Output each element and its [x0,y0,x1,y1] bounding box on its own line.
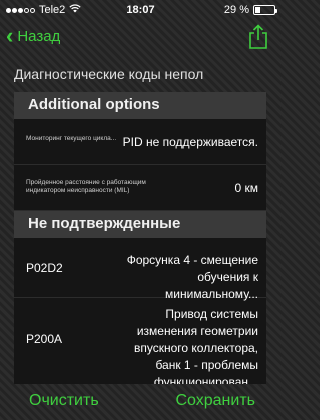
battery-percent: 29 % [223,4,249,16]
clear-button[interactable]: Очистить [29,392,99,410]
chevron-left-icon: ‹ [6,23,14,48]
code-description: Привод системы изменения геометрии впуск… [134,307,258,384]
back-button[interactable]: ‹ Назад [6,23,61,48]
status-bar: Tele2 18:07 29 % [0,0,281,20]
code-row[interactable]: P02D2 Форсунка 4 - смещение обучения к м… [14,238,266,301]
diagnostic-codes-card: Additional options Мониторинг текущего ц… [14,92,266,384]
bottom-toolbar: Очистить Сохранить [0,386,281,420]
share-icon [249,24,267,49]
battery-icon [253,5,277,15]
code-id: P200A [26,332,63,346]
back-label: Назад [17,27,61,45]
unconfirmed-header: Не подтвержденные [14,211,266,238]
monitoring-value: PID не поддерживается. [122,135,258,149]
mil-distance-label: Пройденное расстояние с работающим индик… [26,179,146,194]
monitoring-label: Мониторинг текущего цикла... [26,135,117,142]
monitoring-row: Мониторинг текущего цикла... PID не подд… [14,119,266,165]
code-description: Форсунка 4 - смещение обучения к минимал… [126,253,258,301]
mil-distance-value: 0 км [234,181,258,195]
navigation-bar: ‹ Назад [0,20,281,56]
code-row[interactable]: P200A Привод системы изменения геометрии… [14,298,266,384]
additional-options-header: Additional options [14,92,266,119]
code-id: P02D2 [26,261,63,275]
page-title: Диагностические коды непол [14,66,204,82]
battery-status: 29 % [223,4,277,16]
battery-fill [255,7,261,13]
share-button[interactable] [247,24,269,50]
mil-distance-row: Пройденное расстояние с работающим индик… [14,165,266,211]
save-button[interactable]: Сохранить [175,392,255,410]
